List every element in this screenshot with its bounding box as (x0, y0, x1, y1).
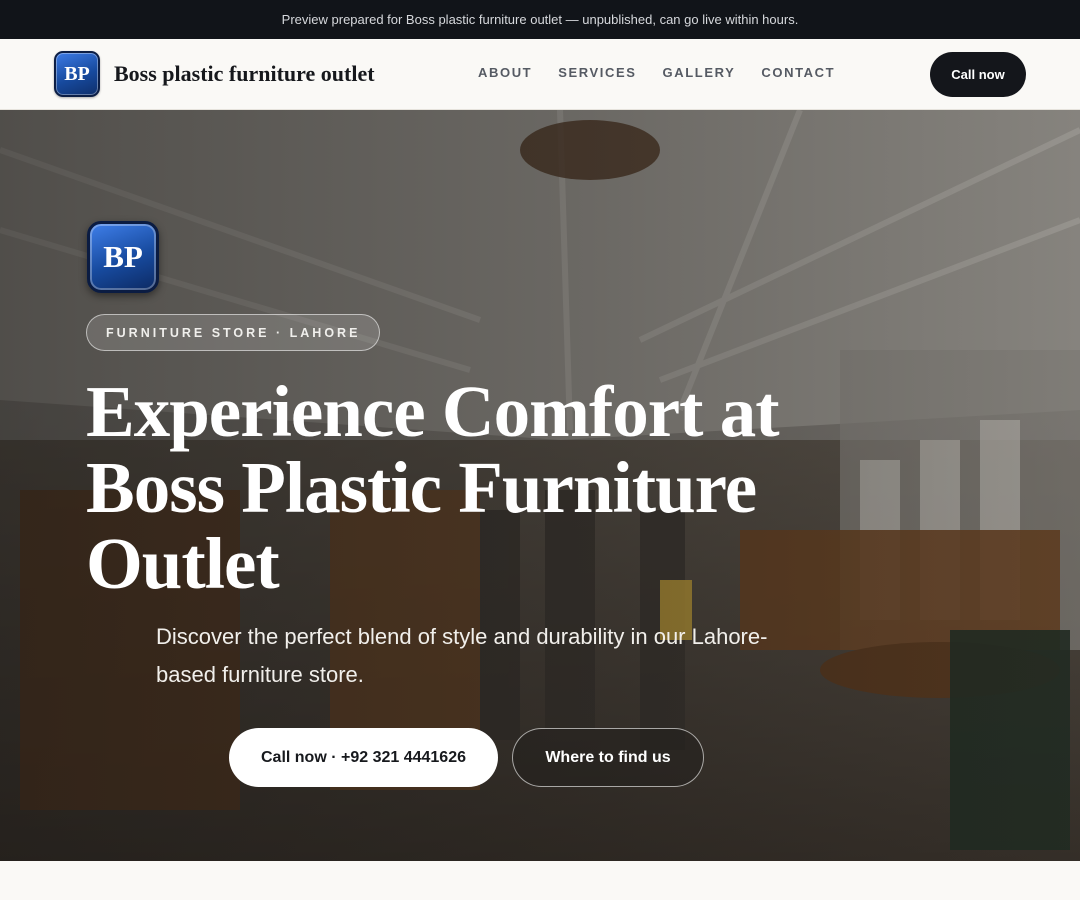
hero-subtitle: Discover the perfect blend of style and … (156, 624, 768, 687)
nav-about-link[interactable]: ABOUT (478, 65, 532, 80)
site-header: BP Boss plastic furniture outlet ABOUT S… (0, 39, 1080, 110)
next-section (0, 861, 1080, 900)
hero-section: BP FURNITURE STORE · LAHORE Experience C… (0, 110, 1080, 861)
call-phone-button[interactable]: Call now · +92 321 4441626 (229, 728, 498, 787)
call-now-button[interactable]: Call now (930, 52, 1026, 97)
category-badge: FURNITURE STORE · LAHORE (86, 314, 381, 351)
brand-name[interactable]: Boss plastic furniture outlet (114, 61, 375, 87)
main-nav: ABOUT SERVICES GALLERY CONTACT (478, 65, 835, 80)
nav-contact-link[interactable]: CONTACT (761, 65, 835, 80)
logo-icon[interactable]: BP (54, 51, 100, 97)
nav-services-link[interactable]: SERVICES (558, 65, 636, 80)
hero-logo-icon: BP (87, 221, 159, 293)
hero-heading: Experience Comfort at Boss Plastic Furni… (86, 371, 780, 604)
preview-banner: Preview prepared for Boss plastic furnit… (0, 0, 1080, 39)
preview-banner-text: Preview prepared for Boss plastic furnit… (281, 12, 799, 27)
find-us-button[interactable]: Where to find us (512, 728, 704, 787)
nav-gallery-link[interactable]: GALLERY (663, 65, 736, 80)
